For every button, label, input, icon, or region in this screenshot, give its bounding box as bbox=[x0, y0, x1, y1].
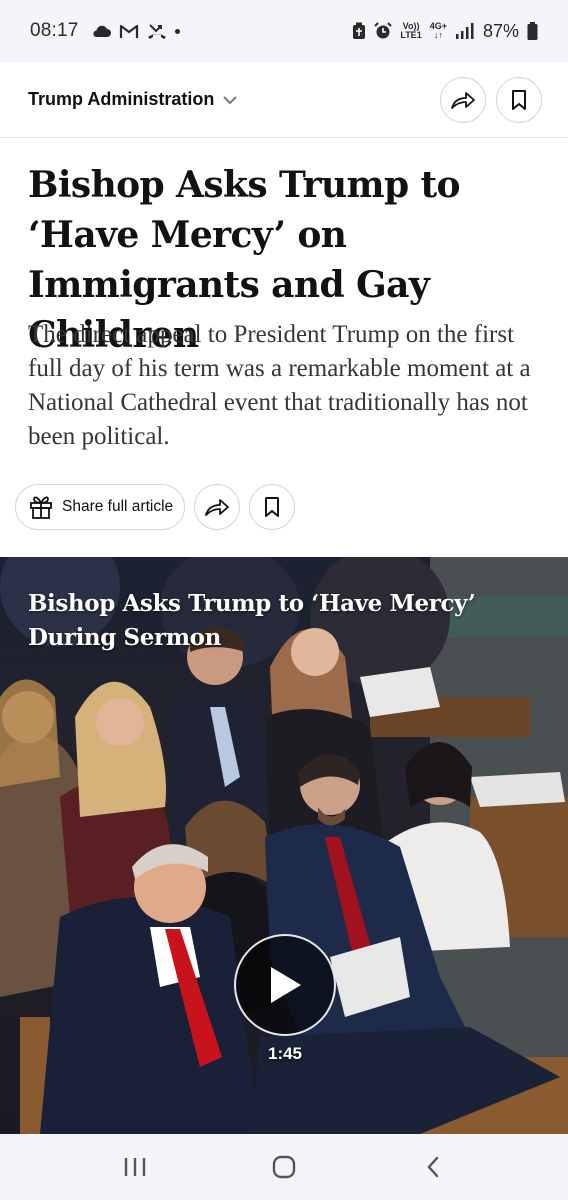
bookmark-button-inline[interactable] bbox=[249, 484, 296, 530]
recent-apps-button[interactable] bbox=[105, 1142, 165, 1192]
recent-apps-icon bbox=[124, 1158, 145, 1176]
play-button[interactable] bbox=[234, 934, 336, 1036]
alarm-icon bbox=[374, 22, 393, 39]
share-button-inline[interactable] bbox=[194, 484, 241, 530]
section-name: Trump Administration bbox=[28, 89, 215, 109]
network-type-indicator: 4G+ ↓↑ bbox=[429, 21, 447, 40]
missed-call-icon bbox=[147, 24, 166, 39]
section-selector[interactable]: Trump Administration bbox=[28, 89, 238, 110]
status-notification-icons bbox=[91, 22, 180, 40]
chevron-down-icon bbox=[223, 95, 238, 104]
bookmark-button[interactable] bbox=[496, 76, 542, 123]
video-duration: 1:45 bbox=[267, 1044, 303, 1063]
app-header: Trump Administration bbox=[0, 62, 568, 138]
share-button[interactable] bbox=[440, 76, 486, 123]
battery-saver-icon bbox=[353, 22, 366, 39]
play-icon bbox=[271, 967, 301, 1003]
gift-icon bbox=[30, 496, 52, 519]
bookmark-icon bbox=[512, 89, 526, 110]
cloud-icon bbox=[93, 25, 111, 37]
status-system-icons: Vo)) LTE1 4G+ ↓↑ 87% bbox=[352, 21, 538, 42]
back-icon bbox=[427, 1156, 439, 1178]
article-summary: The direct appeal to President Trump on … bbox=[28, 321, 531, 450]
video-player[interactable]: Bishop Asks Trump to ‘Have Mercy’ During… bbox=[0, 557, 568, 1134]
share-arrow-icon bbox=[451, 91, 475, 109]
bookmark-icon bbox=[265, 497, 280, 517]
system-navigation-bar bbox=[0, 1134, 568, 1200]
volte-indicator: Vo)) LTE1 bbox=[400, 21, 422, 40]
status-time: 08:17 bbox=[30, 20, 79, 41]
battery-percent: 87% bbox=[482, 20, 519, 41]
share-full-article-button[interactable]: Share full article bbox=[15, 484, 186, 530]
battery-icon bbox=[527, 22, 538, 40]
video-title: Bishop Asks Trump to ‘Have Mercy’ During… bbox=[28, 590, 476, 651]
home-button[interactable] bbox=[254, 1142, 314, 1192]
header-actions bbox=[440, 76, 542, 123]
more-notifications-dot bbox=[174, 28, 180, 34]
status-bar: 08:17 Vo)) LTE1 4G+ ↓↑ 87% bbox=[0, 0, 568, 62]
article-actions: Share full article bbox=[15, 484, 296, 530]
back-button[interactable] bbox=[403, 1142, 463, 1192]
gmail-icon bbox=[119, 24, 138, 38]
signal-icon bbox=[455, 23, 474, 39]
share-arrow-icon bbox=[205, 499, 230, 516]
share-full-article-label: Share full article bbox=[62, 498, 174, 515]
home-icon bbox=[272, 1155, 296, 1179]
